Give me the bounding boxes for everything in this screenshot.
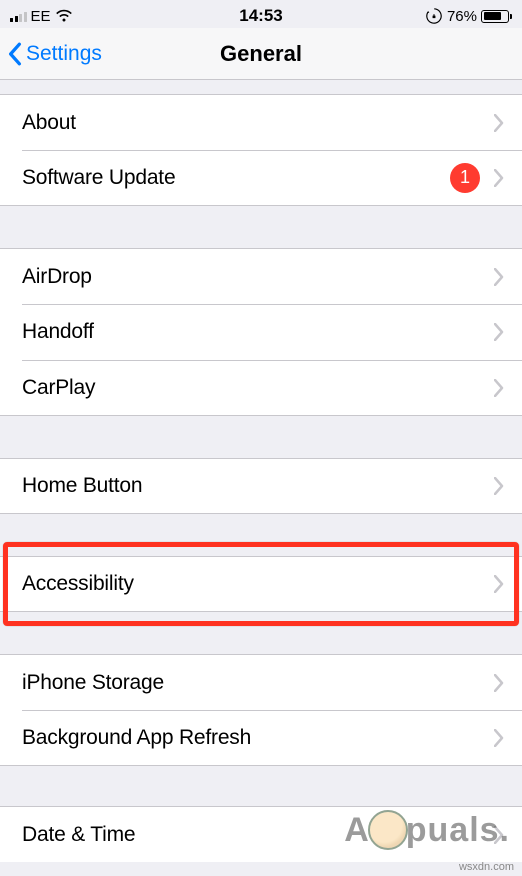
row-label: AirDrop: [22, 265, 494, 289]
chevron-left-icon: [8, 42, 22, 66]
row-label: Software Update: [22, 166, 450, 190]
page-title: General: [220, 41, 302, 67]
watermark: A puals.: [344, 810, 510, 850]
row-airdrop[interactable]: AirDrop: [0, 248, 522, 304]
row-carplay[interactable]: CarPlay: [0, 360, 522, 416]
row-accessibility[interactable]: Accessibility: [0, 556, 522, 612]
row-label: Accessibility: [22, 572, 494, 596]
row-iphone-storage[interactable]: iPhone Storage: [0, 654, 522, 710]
chevron-right-icon: [494, 729, 504, 747]
row-label: Background App Refresh: [22, 726, 494, 750]
watermark-text-post: puals.: [406, 811, 510, 850]
status-left: EE: [10, 8, 73, 25]
chevron-right-icon: [494, 477, 504, 495]
watermark-text-pre: A: [344, 811, 370, 850]
battery-percent: 76%: [447, 8, 477, 25]
status-bar: EE 14:53 76%: [0, 0, 522, 28]
chevron-right-icon: [494, 114, 504, 132]
row-software-update[interactable]: Software Update 1: [0, 150, 522, 206]
source-label: wsxdn.com: [459, 861, 514, 873]
row-about[interactable]: About: [0, 94, 522, 150]
navigation-bar: Settings General: [0, 28, 522, 80]
row-label: Home Button: [22, 474, 494, 498]
status-right: 76%: [425, 7, 512, 25]
row-label: Handoff: [22, 320, 494, 344]
watermark-face-icon: [368, 810, 408, 850]
chevron-right-icon: [494, 268, 504, 286]
chevron-right-icon: [494, 169, 504, 187]
row-home-button[interactable]: Home Button: [0, 458, 522, 514]
row-label: iPhone Storage: [22, 671, 494, 695]
back-button[interactable]: Settings: [0, 42, 102, 66]
carrier-label: EE: [31, 8, 51, 25]
wifi-icon: [55, 9, 73, 23]
orientation-lock-icon: [425, 7, 443, 25]
chevron-right-icon: [494, 379, 504, 397]
back-label: Settings: [26, 42, 102, 66]
row-label: About: [22, 111, 494, 135]
battery-icon: [481, 10, 512, 23]
row-handoff[interactable]: Handoff: [0, 304, 522, 360]
row-label: CarPlay: [22, 376, 494, 400]
update-badge: 1: [450, 163, 480, 193]
row-background-app-refresh[interactable]: Background App Refresh: [0, 710, 522, 766]
status-time: 14:53: [239, 6, 282, 26]
chevron-right-icon: [494, 323, 504, 341]
cellular-signal-icon: [10, 10, 27, 22]
chevron-right-icon: [494, 575, 504, 593]
chevron-right-icon: [494, 674, 504, 692]
